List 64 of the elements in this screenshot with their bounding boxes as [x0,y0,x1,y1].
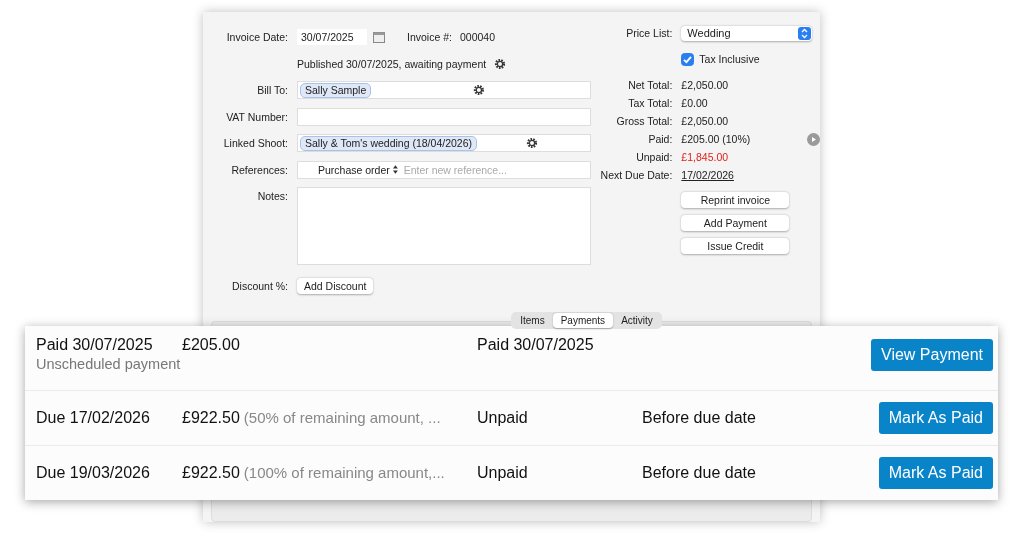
updown-icon [798,26,812,40]
payment-date: Paid 30/07/2025 [36,336,154,354]
updown-icon[interactable] [392,165,398,175]
price-list-dropdown[interactable]: Wedding [681,25,813,41]
payment-date: Due 19/03/2026 [36,464,151,482]
token[interactable]: Sally & Tom's wedding (18/04/2026) [300,135,477,151]
play-icon[interactable] [807,132,820,146]
field-label: Linked Shoot: [222,137,289,150]
total-label: Gross Total: [615,115,674,127]
field-label: Price List: [625,27,674,39]
total-label: Net Total: [627,79,674,91]
total-label: Unpaid: [635,151,674,163]
invoice-number: 000040 [459,31,495,44]
text-field[interactable] [297,107,591,126]
payment-note: Unscheduled payment [36,356,182,372]
payment-timing: Before due date [642,464,756,481]
invoice-number-label: Invoice #: [407,31,452,44]
mark-paid-button[interactable]: Mark As Paid [878,457,993,489]
payment-date: Due 17/02/2026 [36,409,151,427]
reference-type-dropdown[interactable]: Purchase order [318,163,390,176]
field-label: Notes: [256,189,289,202]
payment-status: Paid 30/07/2025 [477,336,595,354]
view-payment-button[interactable]: View Payment [871,339,993,371]
total-value: £2,050.00 [681,115,729,127]
due-date-link[interactable]: 17/02/2026 [681,169,734,181]
checkbox[interactable] [681,52,695,66]
total-value: £205.00 (10%) [681,133,751,145]
payment-amount: £922.50 [182,409,240,427]
payment-amount: £922.50 [182,464,240,482]
token-field[interactable]: Sally Sample [297,81,591,100]
total-label: Next Due Date: [600,169,674,181]
total-value: £0.00 [681,97,708,109]
payment-note: (100% of remaining amount,... [243,464,445,482]
total-label: Tax Total: [627,97,674,109]
token-field[interactable]: Sally & Tom's wedding (18/04/2026) [297,134,591,153]
settings-icon[interactable] [494,57,507,70]
reference-field[interactable]: Purchase order Enter new reference... [297,160,591,179]
payment-status: Unpaid [477,464,529,482]
payment-status: Unpaid [477,409,529,427]
field-label: VAT Number: [225,110,289,123]
total-label: Paid: [647,133,674,145]
add-discount-button[interactable]: Add Discount [297,278,374,295]
payment-amount: £205.00 [182,336,240,354]
payment-timing: Before due date [642,409,756,426]
total-value: £1,845.00 [681,151,729,163]
invoice-status: Published 30/07/2025, awaiting payment [297,57,487,70]
checkbox-label: Tax Inclusive [699,53,760,65]
field-label: Bill To: [256,84,289,97]
token[interactable]: Sally Sample [300,82,372,98]
mark-paid-button[interactable]: Mark As Paid [878,402,993,434]
tab[interactable]: Items [512,312,553,328]
payment-note: (50% of remaining amount, ... [243,409,441,427]
total-value: £2,050.00 [681,79,729,91]
field-label: Discount %: [230,280,289,293]
field-label: Invoice Date: [225,31,289,44]
date-field[interactable]: 30/07/2025 [297,29,367,46]
tab[interactable]: Activity [613,312,661,328]
action-button[interactable]: Reprint invoice [681,192,790,208]
action-button[interactable]: Add Payment [681,215,790,231]
calendar-icon[interactable] [373,31,385,43]
tab[interactable]: Payments [552,312,614,328]
notes-field[interactable] [297,187,591,265]
field-label: References: [230,163,289,176]
action-button[interactable]: Issue Credit [681,238,790,254]
